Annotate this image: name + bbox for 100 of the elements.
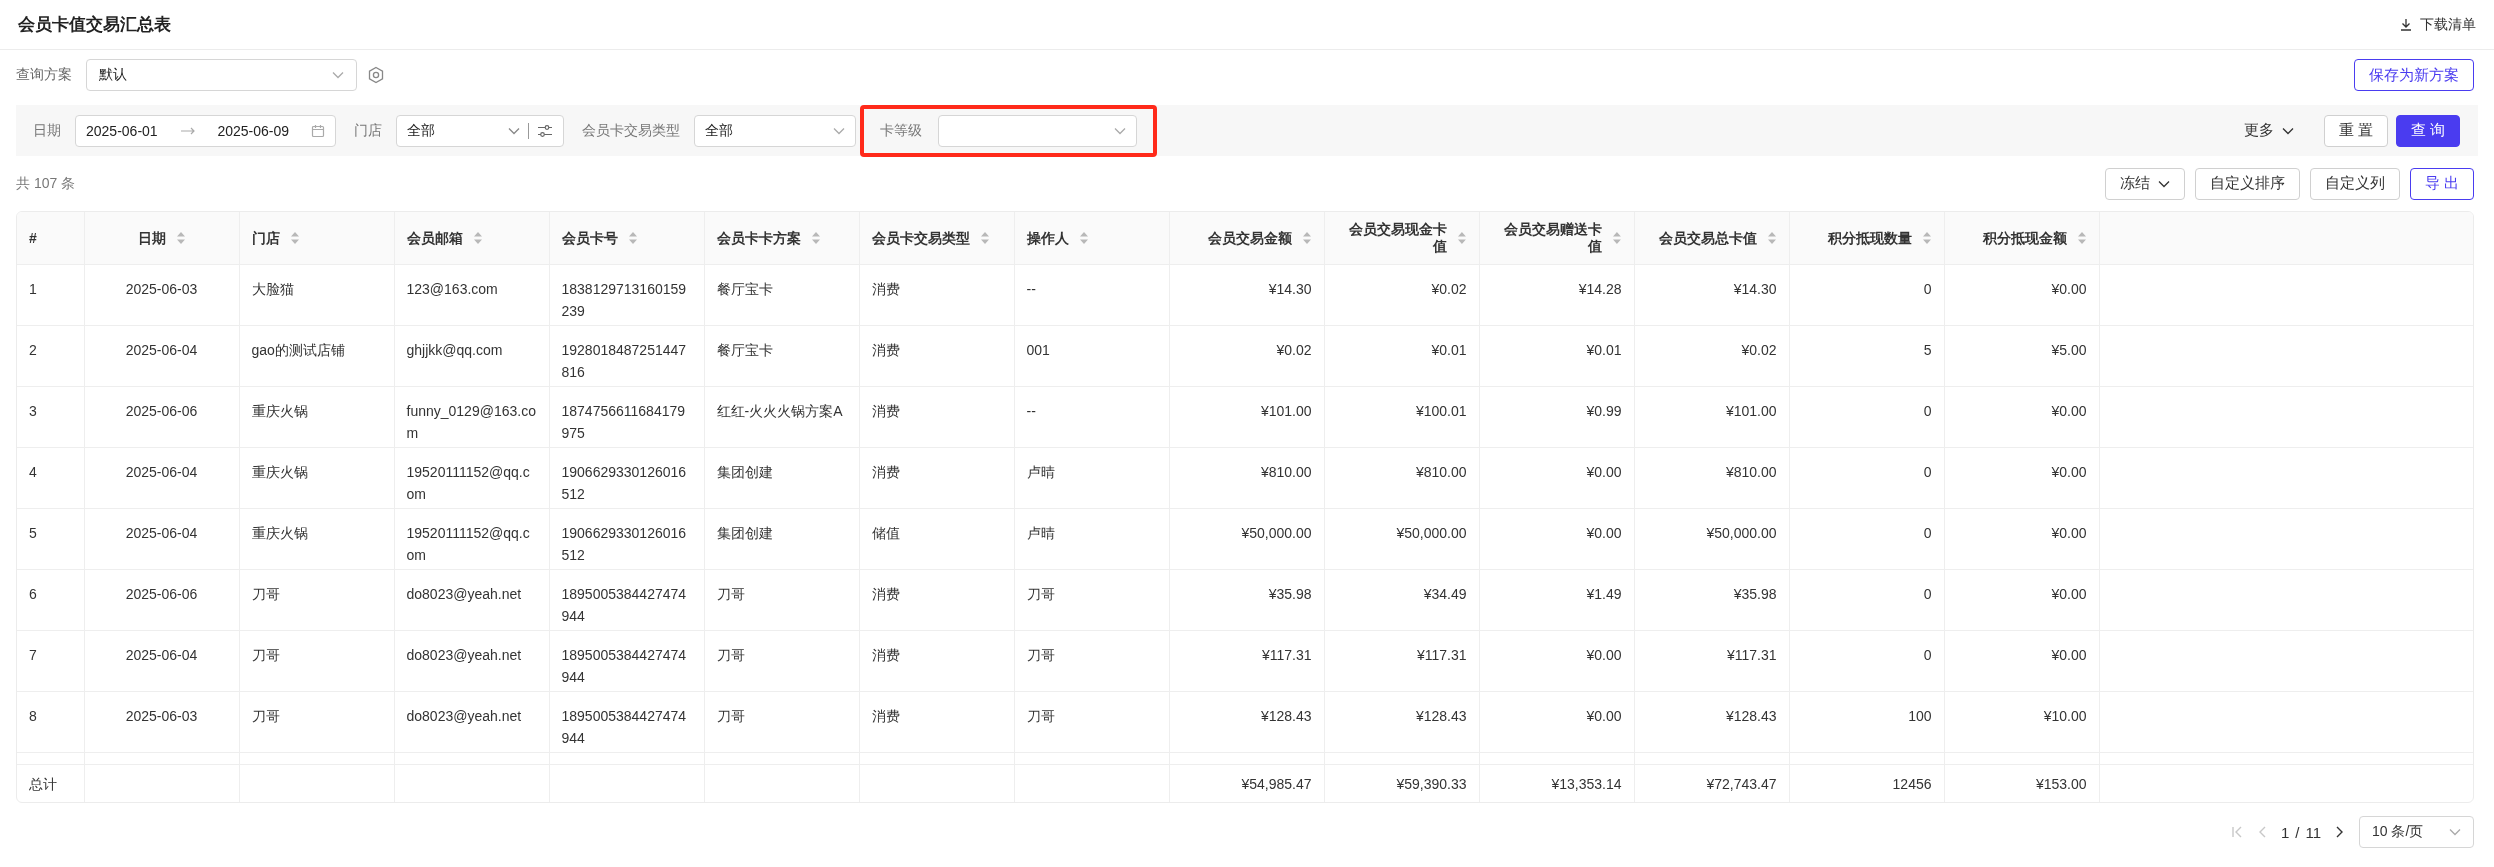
date-range-field[interactable]: 2025-06-01 2025-06-09 (75, 114, 336, 147)
sort-icon[interactable] (810, 231, 821, 245)
sort-icon[interactable] (1921, 231, 1932, 245)
table-cell: 2025-06-04 (84, 508, 239, 570)
table-cell: -- (1014, 386, 1169, 448)
sliders-icon[interactable] (537, 123, 553, 138)
table-cell: 重庆火锅 (239, 386, 394, 448)
table-cell: ¥0.00 (1944, 386, 2099, 448)
table-cell: ¥0.00 (1479, 447, 1634, 509)
current-page: 1 (2280, 823, 2290, 841)
table-cell: ¥100.01 (1324, 386, 1479, 448)
table-cell: -- (1014, 264, 1169, 326)
table-cell: ¥117.31 (1634, 630, 1789, 692)
table-cell: 12456 (1789, 764, 1944, 802)
table-cell: 刀哥 (1014, 691, 1169, 753)
chevron-down-icon (332, 71, 344, 79)
table-cell: 0 (1789, 508, 1944, 570)
table-cell: 总计 (17, 764, 84, 802)
table-cell: ¥101.00 (1169, 386, 1324, 448)
sort-icon[interactable] (1766, 231, 1777, 245)
column-header: # (29, 229, 37, 247)
sort-icon[interactable] (2076, 231, 2087, 245)
chevron-down-icon (2281, 126, 2294, 135)
table-cell: 刀哥 (704, 630, 859, 692)
table-cell: 4 (17, 447, 84, 509)
table-cell: ¥1.49 (1479, 569, 1634, 631)
table-cell: ¥810.00 (1634, 447, 1789, 509)
table-cell: 消费 (859, 325, 1014, 387)
table-cell: 刀哥 (239, 691, 394, 753)
table-cell: 2025-06-04 (84, 447, 239, 509)
sort-icon[interactable] (289, 231, 300, 245)
store-select[interactable]: 全部 (396, 114, 564, 147)
chevron-down-icon (2157, 179, 2170, 188)
toolbar-button[interactable]: 自定义列 (2309, 167, 2400, 200)
column-header: 会员交易赠送卡值 (1502, 221, 1602, 255)
table-cell: 0 (1789, 630, 1944, 692)
table-cell: ¥0.02 (1324, 264, 1479, 326)
table-cell: ¥0.01 (1479, 325, 1634, 387)
sort-icon[interactable] (175, 231, 186, 245)
sort-icon[interactable] (627, 231, 638, 245)
table-cell: ¥5.00 (1944, 325, 2099, 387)
save-scheme-button[interactable]: 保存为新方案 (2354, 59, 2474, 91)
table-cell: 刀哥 (704, 569, 859, 631)
filter-select[interactable] (938, 114, 1137, 147)
sort-icon[interactable] (472, 231, 483, 245)
table-cell: gao的测试店铺 (239, 325, 394, 387)
table-cell: ¥0.00 (1944, 447, 2099, 509)
table-cell: ¥153.00 (1944, 764, 2099, 802)
table-cell: 储值 (859, 508, 1014, 570)
table-cell: ¥810.00 (1324, 447, 1479, 509)
table-cell: ¥0.00 (1479, 508, 1634, 570)
table-cell: ¥10.00 (1944, 691, 2099, 753)
toolbar-button[interactable]: 自定义排序 (2194, 167, 2300, 200)
table-cell: ¥34.49 (1324, 569, 1479, 631)
table-cell: ¥128.43 (1169, 691, 1324, 753)
total-pages: 11 (2305, 823, 2321, 841)
table-cell: do8023@yeah.net (394, 691, 549, 753)
sort-icon[interactable] (1301, 231, 1312, 245)
table-cell: 19520111152@qq.com (394, 508, 549, 570)
next-page-icon[interactable] (2335, 825, 2345, 839)
table-cell: ¥101.00 (1634, 386, 1789, 448)
scheme-select[interactable]: 默认 (86, 59, 357, 91)
table-cell: ¥50,000.00 (1634, 508, 1789, 570)
table-cell: ¥72,743.47 (1634, 764, 1789, 802)
table-cell: ghjjkk@qq.com (394, 325, 549, 387)
table-cell: ¥54,985.47 (1169, 764, 1324, 802)
table-cell: 123@163.com (394, 264, 549, 326)
table-cell: 消费 (859, 386, 1014, 448)
filter-select[interactable]: 全部 (694, 114, 856, 147)
table-cell: ¥35.98 (1634, 569, 1789, 631)
download-button[interactable]: 下载清单 (2400, 15, 2476, 34)
page-size-select[interactable]: 10 条/页 (2359, 816, 2474, 848)
table-cell: 消费 (859, 264, 1014, 326)
sort-icon[interactable] (1456, 231, 1467, 245)
table-cell: 集团创建 (704, 447, 859, 509)
column-header: 门店 (251, 229, 280, 247)
settings-icon[interactable] (367, 66, 385, 84)
sort-icon[interactable] (979, 231, 990, 245)
search-button[interactable]: 查 询 (2395, 114, 2460, 147)
export-button[interactable]: 导 出 (2409, 167, 2474, 200)
table-cell: funny_0129@163.com (394, 386, 549, 448)
column-header: 日期 (137, 229, 166, 247)
table-cell: 重庆火锅 (239, 447, 394, 509)
table-cell: 1895005384427474944 (549, 569, 704, 631)
table-cell: 0 (1789, 447, 1944, 509)
table-cell: 2025-06-06 (84, 569, 239, 631)
reset-button[interactable]: 重 置 (2323, 114, 2388, 147)
more-button[interactable]: 更多 (2237, 120, 2300, 141)
table-cell: 1928018487251447816 (549, 325, 704, 387)
sort-icon[interactable] (1078, 231, 1089, 245)
table-cell: 1895005384427474944 (549, 691, 704, 753)
table-cell: ¥50,000.00 (1169, 508, 1324, 570)
table-cell: 0 (1789, 264, 1944, 326)
table-cell: 2025-06-04 (84, 325, 239, 387)
table-cell: ¥0.02 (1634, 325, 1789, 387)
chevron-down-icon (508, 126, 520, 135)
sort-icon[interactable] (1611, 231, 1622, 245)
table-cell: ¥0.00 (1479, 630, 1634, 692)
table-cell: ¥0.02 (1169, 325, 1324, 387)
freeze-button[interactable]: 冻结 (2104, 167, 2185, 200)
